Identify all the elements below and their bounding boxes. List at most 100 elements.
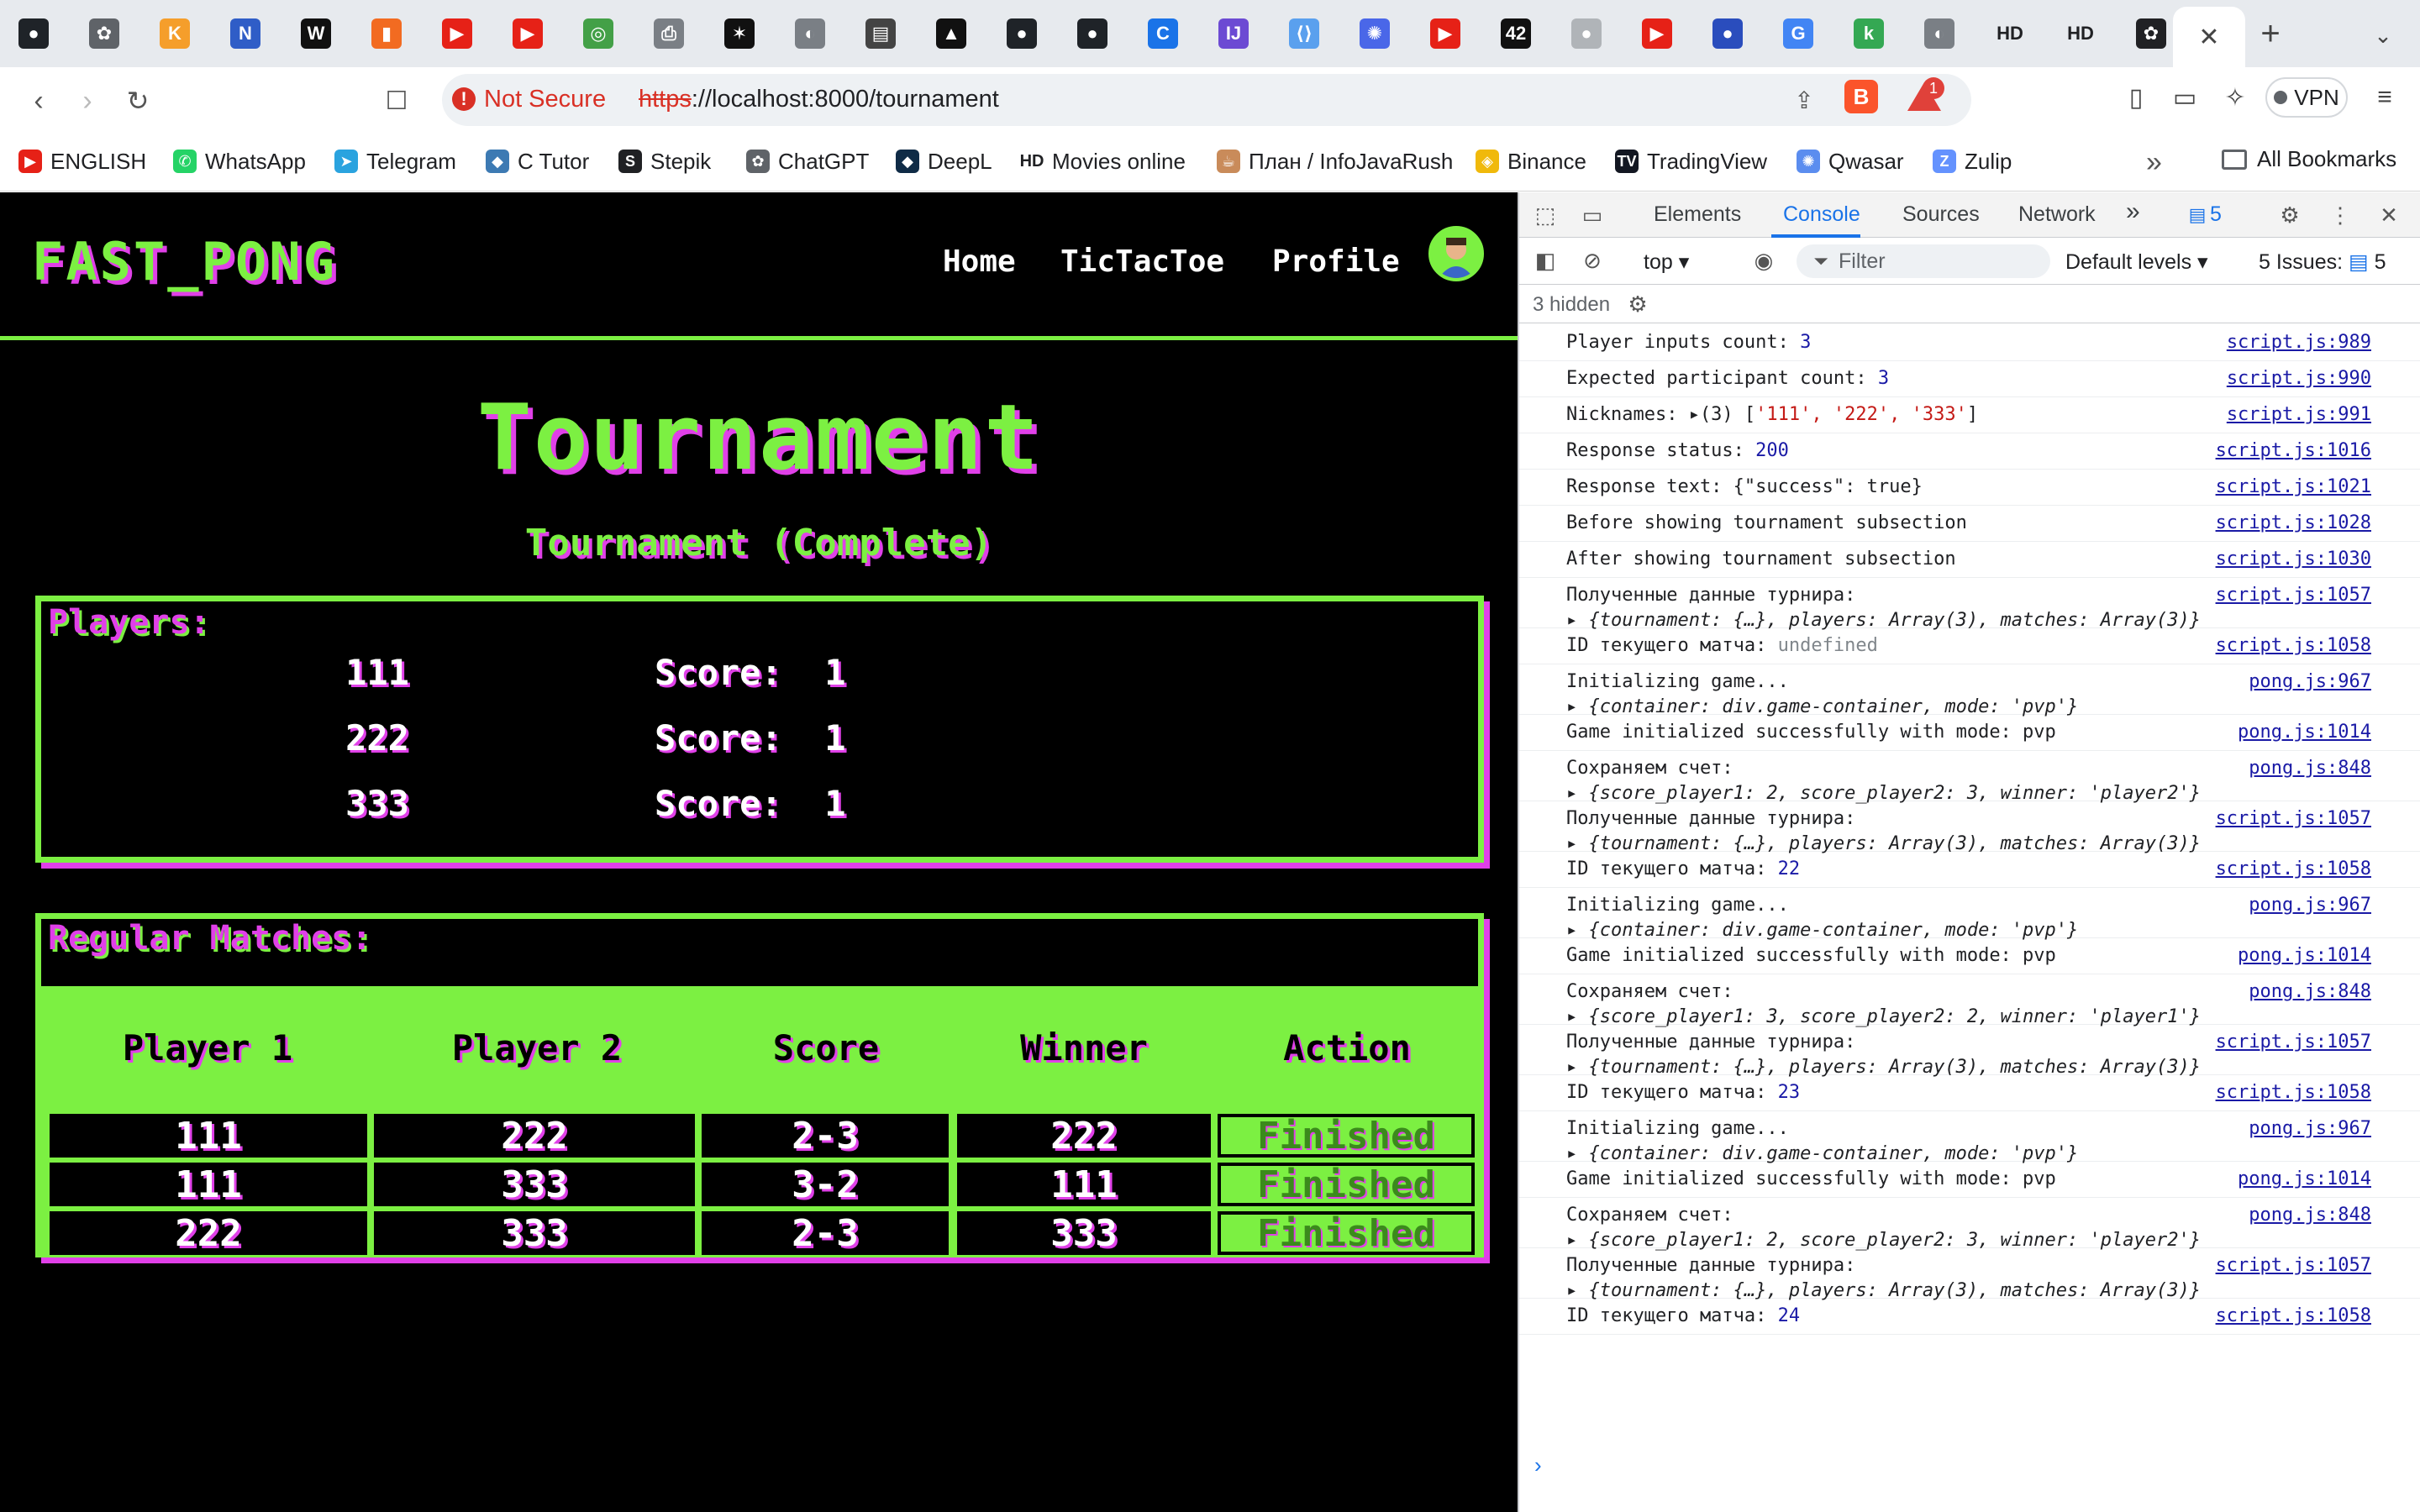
bookmark-item[interactable]: Z Zulip [1933, 146, 2012, 176]
openai-icon[interactable]: ✿ [2136, 18, 2166, 49]
tab-search-icon[interactable]: ⌄ [2366, 18, 2400, 52]
globe-icon[interactable]: ◐ [1924, 18, 1954, 49]
wallet-icon[interactable]: ▭ [2168, 81, 2202, 114]
bookmark-item[interactable]: ▶ ENGLISH [18, 146, 146, 176]
share-icon[interactable]: ⇪ [1788, 84, 1820, 116]
bookmark-item[interactable]: TV TradingView [1615, 146, 1767, 176]
nav-profile[interactable]: Profile [1272, 244, 1400, 279]
bookmark-item[interactable]: ✆ WhatsApp [173, 146, 306, 176]
site-logo[interactable]: FAST_PONG [32, 231, 337, 292]
live-expression-eye-icon[interactable]: ◉ [1749, 246, 1778, 275]
bookmark-item[interactable]: ☕ План / InfoJavaRush [1217, 146, 1453, 176]
bookmark-item[interactable]: S Stepik [618, 146, 711, 176]
filter-input[interactable]: ⏷ Filter [1797, 244, 2050, 278]
bookmark-item[interactable]: ◆ DeepL [896, 146, 992, 176]
source-link[interactable]: script.js:1021 [2216, 476, 2371, 497]
console-prompt[interactable]: › [1534, 1452, 1542, 1478]
log-levels-dropdown[interactable]: Default levels ▾ [2065, 249, 2208, 275]
device-toggle-icon[interactable]: ▭ [1578, 201, 1607, 229]
source-link[interactable]: pong.js:1014 [2238, 945, 2371, 966]
source-link[interactable]: script.js:990 [2227, 368, 2371, 389]
source-link[interactable]: script.js:989 [2227, 332, 2371, 353]
url-text[interactable]: https://localhost:8000/tournament [639, 86, 999, 113]
bookmark-item[interactable]: HD Movies online [1020, 146, 1186, 176]
security-status[interactable]: Not Secure [484, 86, 606, 113]
console-settings-icon[interactable]: ⚙ [1623, 290, 1652, 318]
source-link[interactable]: pong.js:967 [2249, 895, 2371, 916]
youtube-icon[interactable]: ▶ [442, 18, 472, 49]
close-tab-icon[interactable]: ✕ [2198, 23, 2219, 52]
source-link[interactable]: pong.js:967 [2249, 1118, 2371, 1139]
youtube-icon[interactable]: ▶ [1430, 18, 1460, 49]
source-link[interactable]: pong.js:1014 [2238, 1168, 2371, 1189]
clear-console-icon[interactable]: ⊘ [1578, 246, 1607, 275]
triangle-icon[interactable]: ▲ [936, 18, 966, 49]
sidebar-icon[interactable]: ▯ [2119, 81, 2153, 114]
google-icon[interactable]: G [1783, 18, 1813, 49]
leo-ai-icon[interactable]: ✧ [2218, 81, 2252, 114]
finished-button[interactable]: Finished [1218, 1211, 1475, 1255]
vpn-button[interactable]: VPN [2265, 77, 2348, 118]
code-icon[interactable]: ⟨⟩ [1289, 18, 1319, 49]
issues-button[interactable]: 5 Issues: ▤ 5 [2259, 249, 2386, 275]
source-link[interactable]: script.js:1057 [2216, 1255, 2371, 1276]
source-link[interactable]: script.js:1030 [2216, 549, 2371, 570]
source-link[interactable]: pong.js:848 [2249, 758, 2371, 779]
youtube-icon[interactable]: ▶ [513, 18, 543, 49]
book-icon[interactable]: ▤ [865, 18, 896, 49]
source-link[interactable]: script.js:1058 [2216, 1305, 2371, 1326]
chart-icon[interactable]: ▮ [371, 18, 402, 49]
new-tab-button[interactable]: + [2252, 15, 2289, 52]
bookmark-item[interactable]: ◈ Binance [1476, 146, 1586, 176]
asterisk-icon[interactable]: ✺ [1360, 18, 1390, 49]
youtube-icon[interactable]: ▶ [1642, 18, 1672, 49]
printer-icon[interactable]: ⎙ [654, 18, 684, 49]
bookmark-item[interactable]: ◆ C Tutor [486, 146, 589, 176]
source-link[interactable]: pong.js:848 [2249, 981, 2371, 1002]
circle-blue-icon[interactable]: ● [1712, 18, 1743, 49]
hd-icon[interactable]: HD [2065, 18, 2096, 49]
c-icon[interactable]: C [1148, 18, 1178, 49]
openai-icon[interactable]: ✿ [89, 18, 119, 49]
jetbrains-icon[interactable]: IJ [1218, 18, 1249, 49]
k-icon[interactable]: K [160, 18, 190, 49]
github-icon[interactable]: ● [18, 18, 49, 49]
app-icon[interactable]: ✶ [724, 18, 755, 49]
source-link[interactable]: pong.js:967 [2249, 671, 2371, 692]
reload-icon[interactable]: ↻ [118, 81, 158, 121]
k-green-icon[interactable]: k [1854, 18, 1884, 49]
menu-icon[interactable]: ≡ [2368, 81, 2402, 114]
bookmark-item[interactable]: ✺ Qwasar [1797, 146, 1904, 176]
source-link[interactable]: script.js:1028 [2216, 512, 2371, 533]
source-link[interactable]: pong.js:848 [2249, 1205, 2371, 1226]
hd-icon[interactable]: HD [1995, 18, 2025, 49]
address-bar[interactable]: ! Not Secure https://localhost:8000/tour… [442, 74, 1971, 126]
finished-button[interactable]: Finished [1218, 1163, 1475, 1206]
github-icon[interactable]: ● [1571, 18, 1602, 49]
forward-icon[interactable]: › [67, 81, 108, 121]
globe-icon[interactable]: ◐ [795, 18, 825, 49]
bookmark-icon[interactable]: ☐ [376, 81, 417, 121]
globe-green-icon[interactable]: ◎ [583, 18, 613, 49]
source-link[interactable]: script.js:991 [2227, 404, 2371, 425]
source-link[interactable]: script.js:1016 [2216, 440, 2371, 461]
tab-network[interactable]: Network [2018, 202, 2096, 227]
settings-gear-icon[interactable]: ⚙ [2275, 201, 2304, 229]
source-link[interactable]: script.js:1057 [2216, 1032, 2371, 1053]
notion-icon[interactable]: N [230, 18, 260, 49]
active-tab[interactable]: ✕ [2173, 7, 2245, 67]
source-link[interactable]: pong.js:1014 [2238, 722, 2371, 743]
all-bookmarks-button[interactable]: All Bookmarks [2222, 146, 2396, 172]
42-icon[interactable]: 42 [1501, 18, 1531, 49]
bookmark-item[interactable]: ✿ ChatGPT [746, 146, 869, 176]
source-link[interactable]: script.js:1057 [2216, 808, 2371, 829]
more-options-icon[interactable]: ⋮ [2326, 201, 2354, 229]
inspect-icon[interactable]: ⬚ [1531, 201, 1560, 229]
source-link[interactable]: script.js:1058 [2216, 1082, 2371, 1103]
sidebar-toggle-icon[interactable]: ◧ [1531, 246, 1560, 275]
finished-button[interactable]: Finished [1218, 1114, 1475, 1158]
messages-icon[interactable]: ▤ [2183, 201, 2212, 229]
source-link[interactable]: script.js:1057 [2216, 585, 2371, 606]
bookmark-item[interactable]: ➤ Telegram [334, 146, 456, 176]
context-selector[interactable]: top ▾ [1644, 249, 1689, 275]
